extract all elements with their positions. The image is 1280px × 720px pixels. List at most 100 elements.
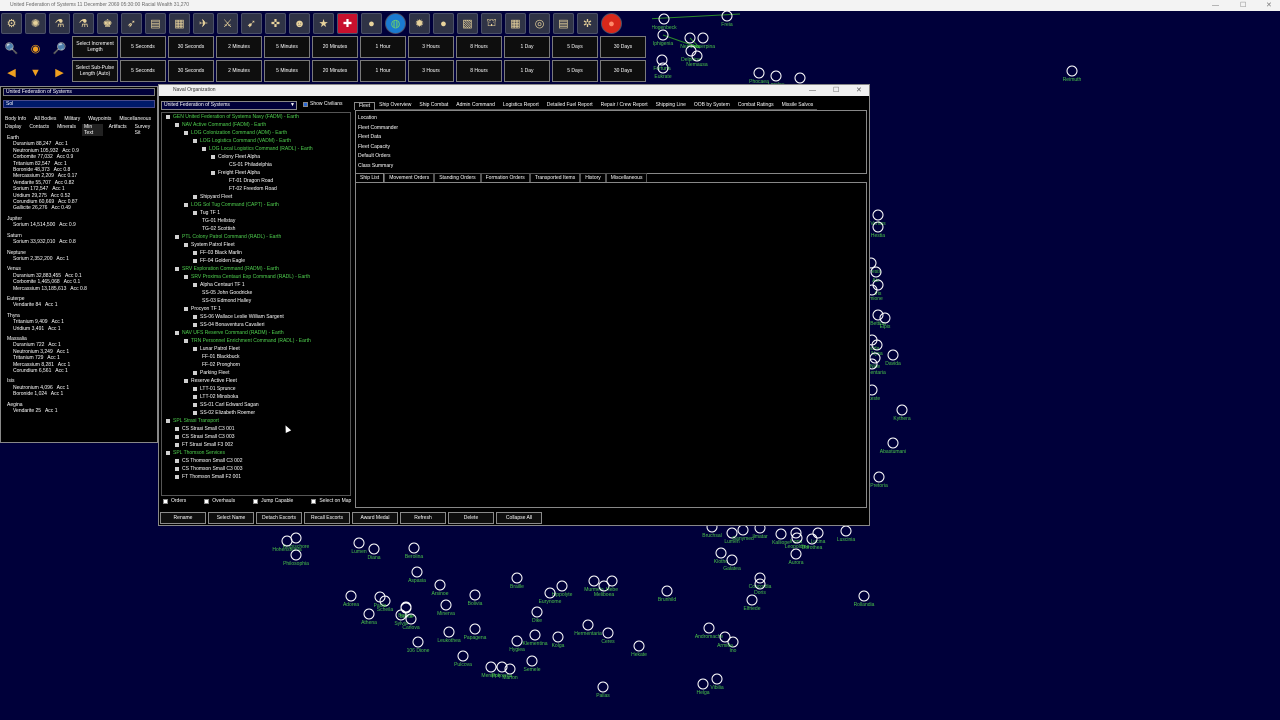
expand-icon[interactable] bbox=[166, 418, 170, 423]
increment-button[interactable]: 1 Day bbox=[504, 36, 550, 58]
star-system[interactable]: Hekate bbox=[631, 640, 647, 658]
tree-node[interactable]: SS-06 Wallace Leslie William Sargent bbox=[193, 314, 284, 320]
dialog-race-select[interactable]: United Federation of Systems ▼ bbox=[161, 101, 297, 110]
tab-ship-overview[interactable]: Ship Overview bbox=[375, 102, 416, 110]
tree-node[interactable]: LOG Sol Tug Command (CAPT) - Earth bbox=[184, 202, 279, 208]
system-filter-input[interactable]: Sol bbox=[3, 100, 155, 108]
red-planet-icon[interactable]: ● bbox=[601, 13, 622, 34]
expand-icon[interactable] bbox=[184, 338, 188, 343]
increment-button[interactable]: 20 Minutes bbox=[312, 60, 358, 82]
system-marker-icon[interactable] bbox=[794, 72, 806, 84]
subtab-formation-orders[interactable]: Formation Orders bbox=[480, 173, 530, 182]
increment-button[interactable]: 5 Seconds bbox=[120, 36, 166, 58]
tree-node[interactable]: SRV Exploration Command (RADM) - Earth bbox=[175, 266, 279, 272]
star-system[interactable]: Helga bbox=[696, 678, 710, 696]
increment-button[interactable]: 30 Days bbox=[600, 36, 646, 58]
star-system[interactable]: Lucina bbox=[811, 527, 826, 545]
ground-icon[interactable]: ⛫ bbox=[481, 13, 502, 34]
system-marker-icon[interactable] bbox=[582, 619, 594, 631]
star-system[interactable]: Reimuth bbox=[1063, 65, 1082, 83]
system-marker-icon[interactable] bbox=[556, 580, 568, 592]
tab-ship-combat[interactable]: Ship Combat bbox=[415, 102, 453, 110]
increment-button[interactable]: 2 Minutes bbox=[216, 36, 262, 58]
galaxy-icon[interactable]: ✺ bbox=[25, 13, 46, 34]
tree-node[interactable]: FF-02 Pronghorn bbox=[202, 362, 240, 368]
dialog-close-button[interactable]: ✕ bbox=[856, 85, 862, 96]
star-system[interactable]: Concordia bbox=[749, 572, 772, 590]
expand-icon[interactable] bbox=[193, 322, 197, 327]
expand-icon[interactable] bbox=[184, 130, 188, 135]
system-marker-icon[interactable] bbox=[485, 661, 497, 673]
expand-icon[interactable] bbox=[202, 146, 206, 151]
union-flag-icon[interactable]: ✚ bbox=[337, 13, 358, 34]
expand-icon[interactable] bbox=[166, 450, 170, 455]
star-system[interactable]: Brunhild bbox=[658, 585, 677, 603]
increment-button[interactable]: 3 Hours bbox=[408, 36, 454, 58]
tab-fleet[interactable]: Fleet bbox=[354, 102, 376, 110]
increment-button[interactable]: 3 Hours bbox=[408, 60, 454, 82]
star-system[interactable]: Rollandia bbox=[854, 590, 875, 608]
panel-tab[interactable]: All Bodies bbox=[32, 116, 58, 122]
down-arrow-icon[interactable]: ▼ bbox=[25, 62, 46, 83]
tab-detailed-fuel-report[interactable]: Detailed Fuel Report bbox=[542, 102, 597, 110]
orange-circle-icon[interactable]: ◉ bbox=[25, 38, 46, 59]
expand-icon[interactable] bbox=[175, 426, 179, 431]
calendar-icon[interactable]: ▦ bbox=[505, 13, 526, 34]
system-marker-icon[interactable] bbox=[434, 579, 446, 591]
tree-node[interactable]: FT Strasi Small F3 002 bbox=[175, 442, 233, 448]
tab-repair-crew-report[interactable]: Repair / Crew Report bbox=[596, 102, 652, 110]
zoom-out-icon[interactable]: 🔍 bbox=[1, 38, 22, 59]
star-system[interactable]: Berolina bbox=[405, 542, 424, 560]
tree-node[interactable]: LOG Colonization Command (ADM) - Earth bbox=[184, 130, 287, 136]
tree-node[interactable]: CS Thomson Small C3 003 bbox=[175, 466, 243, 472]
system-marker-icon[interactable] bbox=[721, 10, 733, 22]
tree-node[interactable]: CS Thomson Small C3 002 bbox=[175, 458, 243, 464]
planet-dark-icon[interactable]: ● bbox=[361, 13, 382, 34]
increment-button[interactable]: 30 Seconds bbox=[168, 36, 214, 58]
star-system[interactable]: Leukothea bbox=[437, 626, 461, 644]
previous-arrow-icon[interactable]: ◀ bbox=[1, 62, 22, 83]
tree-node[interactable]: CS Strasi Small C3 001 bbox=[175, 426, 235, 432]
next-arrow-icon[interactable]: ▶ bbox=[49, 62, 70, 83]
flask-icon[interactable]: ⚗ bbox=[73, 13, 94, 34]
panel-tab[interactable]: Miscellaneous bbox=[117, 116, 153, 122]
tree-node[interactable]: FF-01 Blackbuck bbox=[202, 354, 240, 360]
expand-icon[interactable] bbox=[193, 386, 197, 391]
tree-node[interactable]: LTT-01 Sprunce bbox=[193, 386, 235, 392]
system-marker-icon[interactable] bbox=[633, 640, 645, 652]
tree-node[interactable]: NAV Active Command (FADM) - Earth bbox=[175, 122, 266, 128]
system-marker-icon[interactable] bbox=[790, 548, 802, 560]
system-marker-icon[interactable] bbox=[1066, 65, 1078, 77]
increment-button[interactable]: 8 Hours bbox=[456, 36, 502, 58]
expand-icon[interactable] bbox=[193, 138, 197, 143]
star-system[interactable]: Aspasia bbox=[408, 566, 426, 584]
increment-button[interactable]: 5 Days bbox=[552, 60, 598, 82]
increment-button[interactable]: 1 Hour bbox=[360, 36, 406, 58]
minimize-button[interactable]: — bbox=[1212, 0, 1219, 11]
star-system[interactable]: Bolivia bbox=[468, 589, 483, 607]
star-system[interactable]: Andromache bbox=[695, 622, 724, 640]
star-system[interactable]: Pretoria bbox=[870, 471, 888, 489]
design-icon[interactable]: ▧ bbox=[457, 13, 478, 34]
system-icon[interactable]: ⚙ bbox=[1, 13, 22, 34]
system-marker-icon[interactable] bbox=[440, 599, 452, 611]
star-system[interactable]: Vibilia bbox=[710, 673, 724, 691]
increment-button[interactable]: 1 Day bbox=[504, 60, 550, 82]
tab-combat-ratings[interactable]: Combat Ratings bbox=[733, 102, 778, 110]
system-marker-icon[interactable] bbox=[290, 532, 302, 544]
system-marker-icon[interactable] bbox=[887, 349, 899, 361]
tree-node[interactable]: Lunar Patrol Fleet bbox=[193, 346, 240, 352]
system-marker-icon[interactable] bbox=[368, 543, 380, 555]
star-system[interactable]: Braille bbox=[510, 572, 524, 590]
system-marker-icon[interactable] bbox=[552, 631, 564, 643]
tree-node[interactable]: Procyon TF 1 bbox=[184, 306, 221, 312]
expand-icon[interactable] bbox=[184, 274, 188, 279]
tree-node[interactable]: CS-01 Philadelphia bbox=[229, 162, 272, 168]
expand-icon[interactable] bbox=[175, 122, 179, 127]
wealth-icon[interactable]: ♚ bbox=[97, 13, 118, 34]
earth-icon[interactable]: ◍ bbox=[385, 13, 406, 34]
expand-icon[interactable] bbox=[184, 202, 188, 207]
tree-node[interactable]: LTT-02 Minsbokа bbox=[193, 394, 238, 400]
star-system[interactable]: Hogenbeck bbox=[651, 13, 677, 31]
expand-icon[interactable] bbox=[193, 410, 197, 415]
